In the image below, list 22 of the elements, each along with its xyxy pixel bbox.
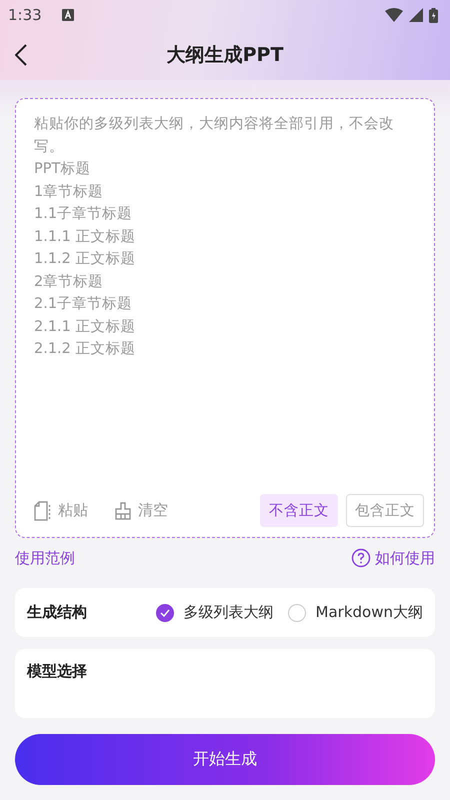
structure-radio[interactable]: Markdown大纲 <box>288 603 423 622</box>
structure-radio[interactable]: 多级列表大纲 <box>156 603 274 622</box>
wifi-icon <box>385 8 403 22</box>
battery-icon <box>429 8 438 22</box>
structure-label: 生成结构 <box>27 603 87 622</box>
help-link[interactable]: 如何使用 <box>351 548 435 568</box>
paste-button[interactable]: 粘贴 <box>34 500 88 521</box>
outline-field[interactable]: 粘贴你的多级列表大纲，大纲内容将全部引用，不会改写。 PPT标题 1章节标题 1.1子章节标题 1.1.1 正文标题 1.1.2 正文标题 2章节标题 2.1子章节标题 2.1.1 正文标题 2.1.2 正文标题 <box>34 109 424 494</box>
content-option-tab[interactable]: 包含正文 <box>346 494 424 528</box>
page-title: 大纲生成PPT <box>166 43 284 68</box>
signal-icon <box>409 8 423 22</box>
document-icon <box>34 500 52 521</box>
clear-button[interactable]: 清空 <box>114 501 168 520</box>
example-link[interactable]: 使用范例 <box>15 548 75 568</box>
back-icon[interactable] <box>15 44 27 66</box>
start-button[interactable]: 开始生成 <box>15 734 435 784</box>
outline-editor[interactable]: 粘贴你的多级列表大纲，大纲内容将全部引用，不会改写。 PPT标题 1章节标题 1.1子章节标题 1.1.1 正文标题 1.1.2 正文标题 2章节标题 2.1子章节标题 2.1.1 正文标题 2.1.2 正文标题 粘贴 清空 不含正文 包含正文 <box>15 98 435 538</box>
content-option-tab[interactable]: 不含正文 <box>260 494 338 528</box>
status-time: 1:33 <box>8 6 42 24</box>
help-icon <box>351 548 371 568</box>
notification-icon <box>62 9 74 21</box>
model-label: 模型选择 <box>27 662 87 680</box>
